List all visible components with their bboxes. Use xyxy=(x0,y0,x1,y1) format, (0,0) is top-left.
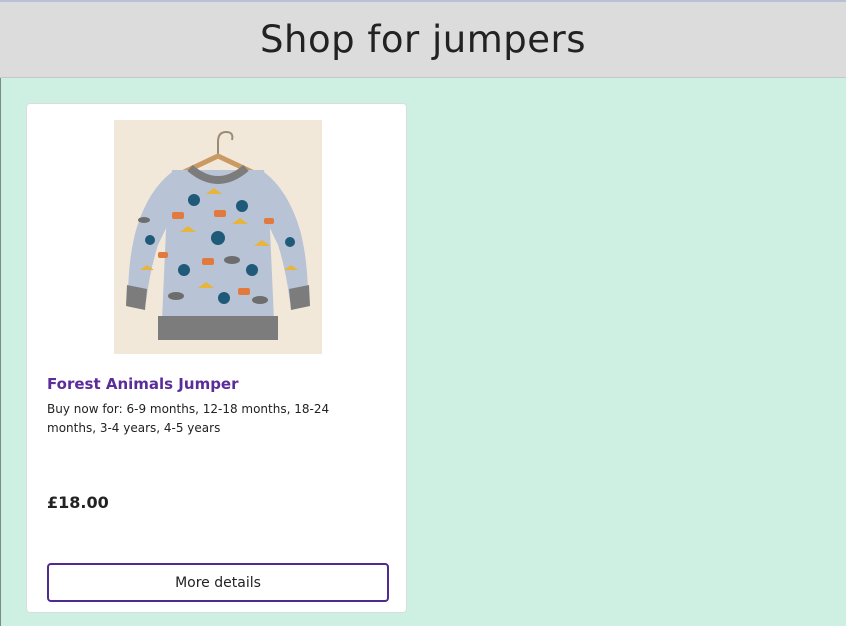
product-sizes: Buy now for: 6-9 months, 12-18 months, 1… xyxy=(47,402,330,435)
product-title[interactable]: Forest Animals Jumper xyxy=(47,375,239,393)
product-price: £18.00 xyxy=(47,493,109,512)
page-title: Shop for jumpers xyxy=(260,18,586,61)
product-card: Forest Animals Jumper Buy now for: 6-9 m… xyxy=(26,103,407,613)
page-header: Shop for jumpers xyxy=(0,2,846,78)
left-edge-line xyxy=(0,78,1,626)
product-image[interactable] xyxy=(114,120,322,354)
more-details-button[interactable]: More details xyxy=(47,563,389,602)
jumper-illustration xyxy=(114,120,322,354)
